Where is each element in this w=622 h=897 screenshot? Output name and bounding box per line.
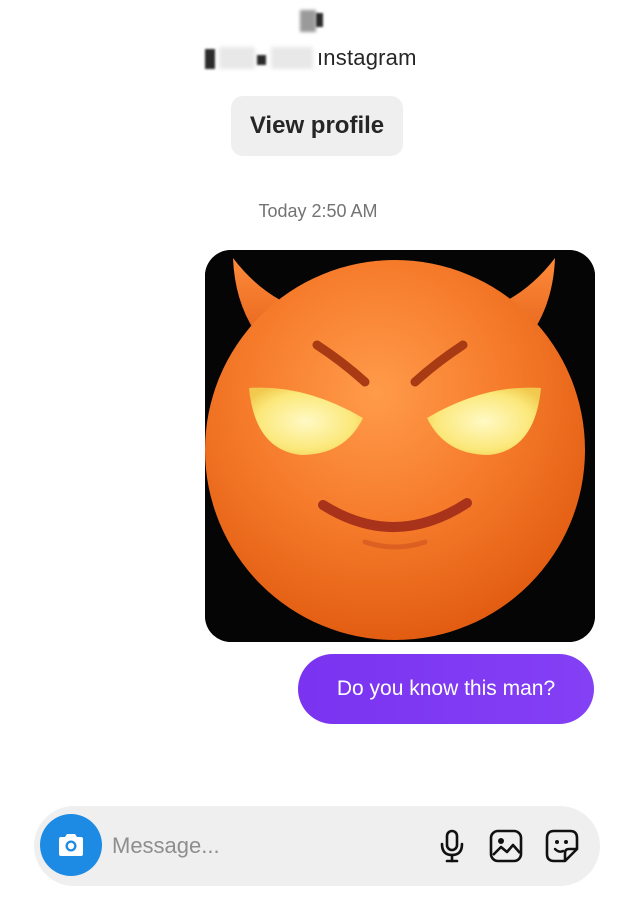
- redacted-name: [300, 10, 316, 32]
- devil-emoji-image: [205, 250, 595, 642]
- redacted-handle-fragment: [205, 49, 215, 69]
- microphone-button[interactable]: [434, 827, 470, 865]
- redacted-handle-fragment: [271, 47, 313, 69]
- sent-message-bubble[interactable]: Do you know this man?: [298, 654, 594, 724]
- sticker-button[interactable]: [544, 827, 580, 865]
- gallery-icon: [489, 829, 523, 863]
- sticker-icon: [545, 829, 579, 863]
- message-composer: [34, 806, 600, 886]
- image-message[interactable]: [205, 250, 595, 642]
- redacted-handle-fragment: [219, 47, 255, 69]
- redacted-handle-fragment: [257, 55, 266, 65]
- gallery-button[interactable]: [488, 827, 524, 865]
- view-profile-button[interactable]: View profile: [231, 96, 403, 156]
- camera-button[interactable]: [40, 814, 102, 876]
- microphone-icon: [440, 829, 464, 863]
- direct-message-thread: ınstagram View profile Today 2:50 AM Do …: [0, 0, 622, 897]
- redacted-name-fragment: [316, 13, 323, 27]
- thread-header: ınstagram: [0, 0, 622, 90]
- account-handle-suffix: ınstagram: [317, 45, 417, 70]
- message-text: Do you know this man?: [336, 677, 556, 700]
- message-timestamp: Today 2:50 AM: [258, 201, 378, 221]
- camera-icon: [59, 834, 83, 856]
- handle-row: ınstagram: [205, 43, 445, 73]
- message-input[interactable]: [112, 826, 412, 866]
